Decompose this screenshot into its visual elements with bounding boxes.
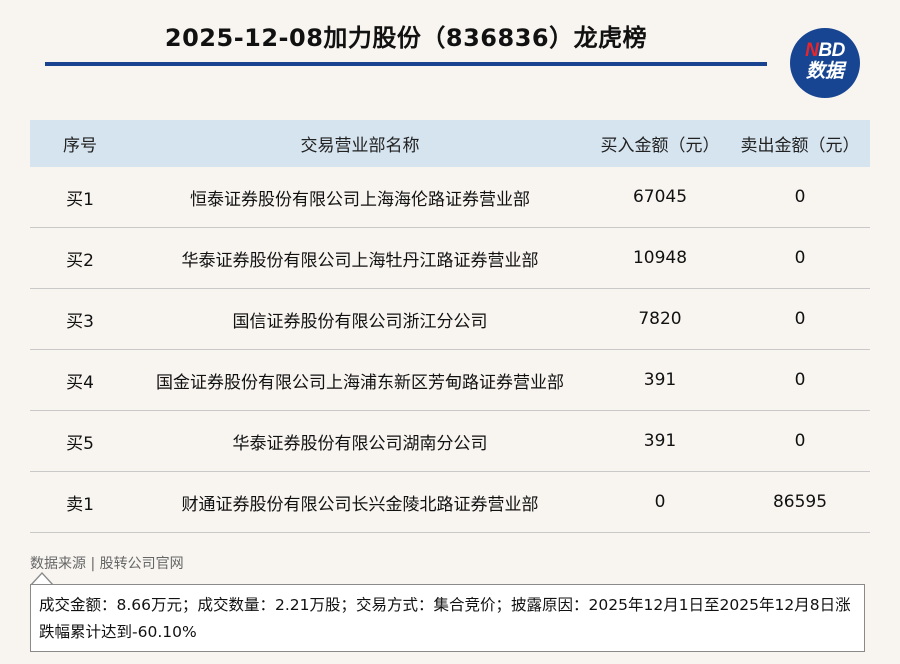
dragon-tiger-table: 序号 交易营业部名称 买入金额（元） 卖出金额（元） 买1 恒泰证券股份有限公司…: [30, 120, 870, 533]
logo-nbd-text: NBD: [805, 40, 845, 61]
row-branch-name: 财通证券股份有限公司长兴金陵北路证券营业部: [130, 471, 590, 533]
nbd-logo: NBD 数据: [790, 28, 860, 98]
table-row: 买4 国金证券股份有限公司上海浦东新区芳甸路证券营业部 391 0: [30, 349, 870, 411]
row-seq: 卖1: [30, 471, 130, 533]
row-sell-amount: 0: [730, 349, 870, 411]
row-sell-amount: 0: [730, 410, 870, 472]
row-buy-amount: 67045: [590, 167, 730, 228]
data-source: 数据来源 | 股转公司官网: [30, 556, 184, 572]
table-row: 买2 华泰证券股份有限公司上海牡丹江路证券营业部 10948 0: [30, 227, 870, 289]
header-buy-amount: 买入金额（元）: [590, 120, 730, 167]
row-buy-amount: 7820: [590, 288, 730, 350]
row-buy-amount: 391: [590, 349, 730, 411]
table-row: 买3 国信证券股份有限公司浙江分公司 7820 0: [30, 288, 870, 350]
table-header-row: 序号 交易营业部名称 买入金额（元） 卖出金额（元）: [30, 120, 870, 167]
row-sell-amount: 0: [730, 288, 870, 350]
trade-summary-note: 成交金额：8.66万元；成交数量：2.21万股；交易方式：集合竞价；披露原因：2…: [30, 584, 865, 652]
row-sell-amount: 0: [730, 227, 870, 289]
row-branch-name: 国金证券股份有限公司上海浦东新区芳甸路证券营业部: [130, 349, 590, 411]
page-title: 2025-12-08加力股份（836836）龙虎榜: [164, 24, 648, 52]
table-row: 卖1 财通证券股份有限公司长兴金陵北路证券营业部 0 86595: [30, 471, 870, 533]
header-sell-amount: 卖出金额（元）: [730, 120, 870, 167]
row-buy-amount: 391: [590, 410, 730, 472]
row-seq: 买5: [30, 410, 130, 472]
row-buy-amount: 10948: [590, 227, 730, 289]
table-row: 买1 恒泰证券股份有限公司上海海伦路证券营业部 67045 0: [30, 167, 870, 228]
table-row: 买5 华泰证券股份有限公司湖南分公司 391 0: [30, 410, 870, 472]
row-seq: 买4: [30, 349, 130, 411]
row-branch-name: 华泰证券股份有限公司湖南分公司: [130, 410, 590, 472]
header-branch-name: 交易营业部名称: [130, 120, 590, 167]
header-seq: 序号: [30, 120, 130, 167]
row-seq: 买2: [30, 227, 130, 289]
row-sell-amount: 86595: [730, 471, 870, 533]
row-seq: 买1: [30, 167, 130, 228]
title-underline: [45, 62, 767, 66]
logo-data-text: 数据: [805, 60, 844, 82]
row-buy-amount: 0: [590, 471, 730, 533]
row-branch-name: 华泰证券股份有限公司上海牡丹江路证券营业部: [130, 227, 590, 289]
row-branch-name: 恒泰证券股份有限公司上海海伦路证券营业部: [130, 167, 590, 228]
row-sell-amount: 0: [730, 167, 870, 228]
row-branch-name: 国信证券股份有限公司浙江分公司: [130, 288, 590, 350]
row-seq: 买3: [30, 288, 130, 350]
